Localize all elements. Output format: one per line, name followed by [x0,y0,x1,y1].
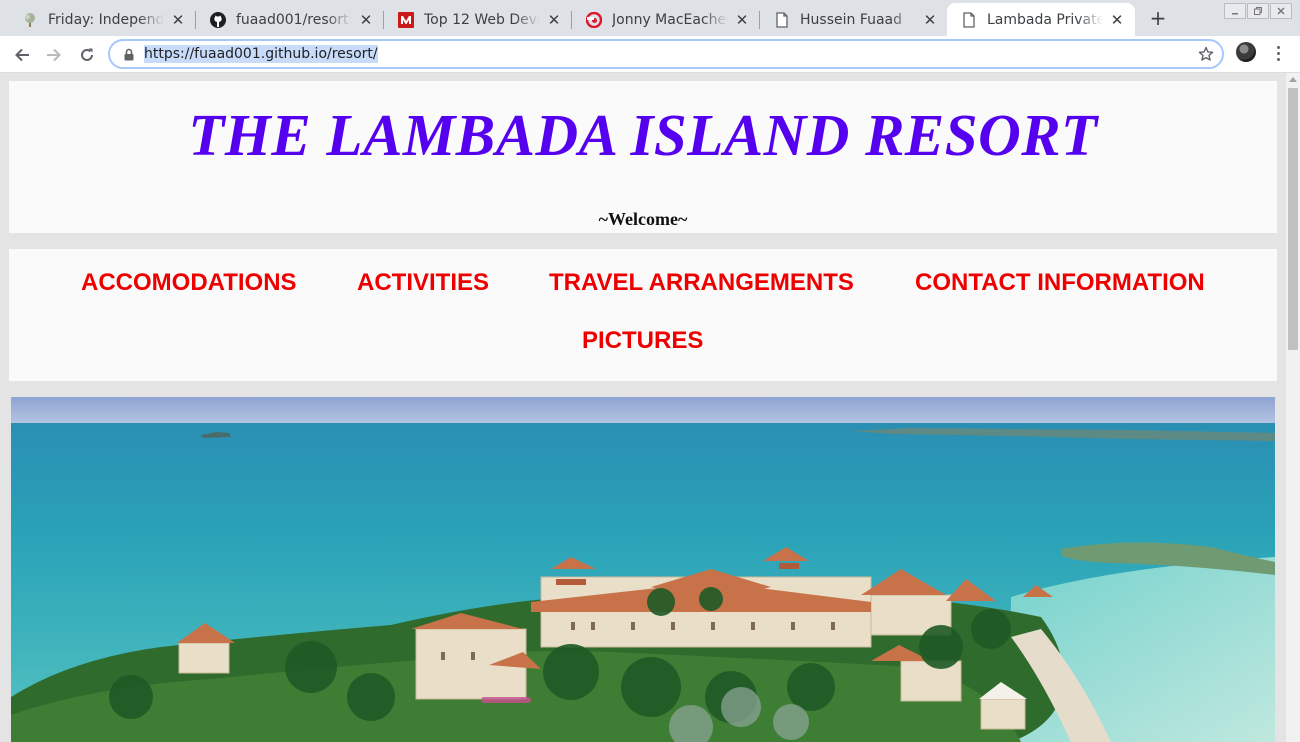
tab-lambada[interactable]: Lambada Private I ✕ [947,3,1135,36]
scroll-up-arrow-icon[interactable] [1289,77,1297,82]
forward-arrow-icon [47,48,61,62]
close-window-icon [1277,7,1285,15]
reload-button[interactable] [73,41,101,69]
minimize-button[interactable] [1224,3,1246,19]
page-viewport: THE LAMBADA ISLAND RESORT ~Welcome~ ACCO… [0,73,1285,742]
browser-menu-button[interactable] [1270,42,1286,64]
medium-m-icon [398,11,414,28]
close-icon[interactable]: ✕ [170,11,186,29]
back-arrow-icon [15,48,29,62]
vertical-scrollbar[interactable] [1285,73,1300,742]
close-icon[interactable]: ✕ [358,11,374,29]
welcome-text: ~Welcome~ [598,209,688,229]
page-icon [774,11,790,28]
github-icon [210,11,226,28]
bookmark-star-icon[interactable] [1198,46,1214,62]
tab-jonny[interactable]: Jonny MacEachern ✕ [572,3,760,36]
tab-friday[interactable]: Friday: Independe ✕ [8,3,196,36]
restore-button[interactable] [1247,3,1269,19]
main-navigation: ACCOMODATIONS ACTIVITIES TRAVEL ARRANGEM… [9,249,1277,381]
nav-link-travel-arrangements[interactable]: TRAVEL ARRANGEMENTS [549,269,854,297]
tab-hussein[interactable]: Hussein Fuaad ✕ [760,3,948,36]
tab-title: Lambada Private I [987,11,1103,28]
browser-toolbar: https://fuaad001.github.io/resort/ [0,36,1300,73]
page-title: THE LAMBADA ISLAND RESORT [188,102,1098,168]
nav-link-accomodations[interactable]: ACCOMODATIONS [81,269,297,297]
lock-icon[interactable] [122,47,136,61]
minimize-icon [1232,13,1238,15]
tab-github[interactable]: fuaad001/resort: l ✕ [196,3,384,36]
reload-icon [81,48,93,61]
resort-hero-image [11,397,1275,742]
close-icon[interactable]: ✕ [734,11,750,29]
nav-link-activities[interactable]: ACTIVITIES [357,269,489,297]
address-bar[interactable]: https://fuaad001.github.io/resort/ [108,39,1224,69]
scrollbar-thumb[interactable] [1288,88,1298,350]
red-swirl-icon [586,11,602,28]
tab-title: fuaad001/resort: l [236,11,352,28]
restore-icon [1254,7,1262,15]
close-icon[interactable]: ✕ [546,11,562,29]
back-button[interactable] [8,41,36,69]
url-text[interactable]: https://fuaad001.github.io/resort/ [144,45,378,63]
nav-link-contact-information[interactable]: CONTACT INFORMATION [915,269,1205,297]
site-header: THE LAMBADA ISLAND RESORT ~Welcome~ [9,81,1277,233]
tab-medium[interactable]: Top 12 Web Develo ✕ [384,3,572,36]
tab-title: Top 12 Web Develo [424,11,540,28]
page-icon [961,11,977,28]
forward-button[interactable] [40,41,68,69]
nav-link-pictures[interactable]: PICTURES [582,327,703,355]
close-icon[interactable]: ✕ [922,11,938,29]
profile-avatar[interactable] [1236,42,1256,62]
new-tab-button[interactable]: + [1146,6,1170,30]
tab-title: Hussein Fuaad [800,11,903,28]
tree-favicon-icon [22,12,38,28]
window-controls [1224,3,1292,19]
tab-title: Jonny MacEachern [612,11,728,28]
tab-strip: Friday: Independe ✕ fuaad001/resort: l ✕… [0,0,1300,36]
close-icon[interactable]: ✕ [1109,11,1125,29]
close-window-button[interactable] [1270,3,1292,19]
tab-title: Friday: Independe [48,11,164,28]
